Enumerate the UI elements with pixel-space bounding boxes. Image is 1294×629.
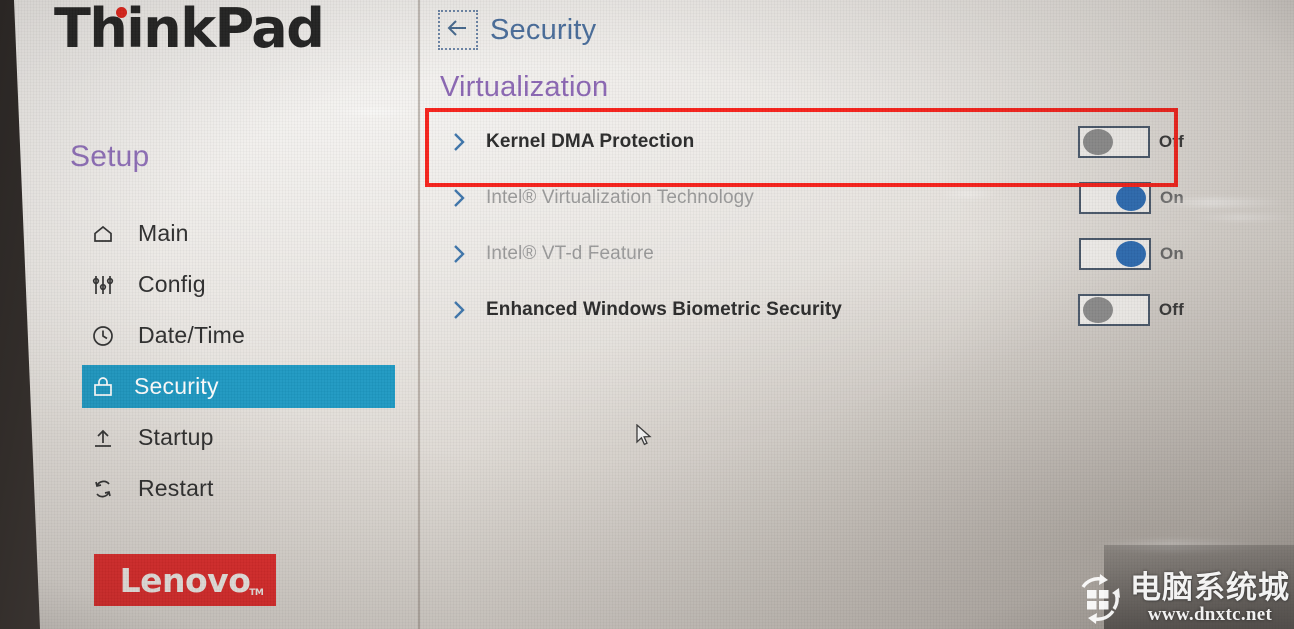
toggle-state-label: On bbox=[1159, 188, 1184, 207]
sidebar: ThinkPad Setup Main Config Date/Time Sec… bbox=[18, 0, 418, 629]
setting-label: Intel® Virtualization Technology bbox=[486, 187, 754, 208]
sidebar-item-label: Date/Time bbox=[138, 322, 246, 348]
sidebar-item-label: Security bbox=[134, 373, 219, 399]
toggle-state-label: Off bbox=[1158, 300, 1184, 319]
sidebar-content-divider bbox=[418, 0, 420, 629]
content-panel: Security Virtualization Kernel DMA Prote… bbox=[420, 0, 1294, 629]
setup-title: Setup bbox=[70, 140, 150, 173]
sidebar-item-startup[interactable]: Startup bbox=[18, 416, 418, 459]
settings-list: Kernel DMA Protection Off Intel® Virtual… bbox=[420, 114, 1294, 338]
clock-icon bbox=[90, 323, 116, 349]
toggle-knob bbox=[1082, 129, 1113, 155]
toggle-switch[interactable] bbox=[1077, 126, 1150, 158]
setting-toggle-wrap[interactable]: On bbox=[1078, 182, 1184, 214]
sidebar-item-date-time[interactable]: Date/Time bbox=[18, 314, 418, 357]
toggle-knob bbox=[1115, 185, 1146, 211]
sidebar-item-label: Startup bbox=[138, 424, 214, 450]
setting-label: Kernel DMA Protection bbox=[486, 131, 695, 152]
toggle-state-label: On bbox=[1159, 244, 1184, 263]
sidebar-item-restart[interactable]: Restart bbox=[18, 467, 418, 510]
lock-icon bbox=[90, 374, 116, 400]
lenovo-logo-tm: TM bbox=[249, 587, 264, 598]
chevron-right-icon[interactable] bbox=[450, 131, 468, 153]
breadcrumb: Security bbox=[438, 10, 596, 50]
sidebar-item-main[interactable]: Main bbox=[18, 212, 418, 255]
toggle-state-label: Off bbox=[1158, 132, 1184, 151]
sidebar-nav: Main Config Date/Time Security Startup R… bbox=[18, 212, 418, 518]
lenovo-logo-text: Lenovo TM bbox=[119, 560, 264, 600]
toggle-switch[interactable] bbox=[1078, 182, 1151, 214]
toggle-knob bbox=[1082, 297, 1113, 323]
sidebar-item-label: Restart bbox=[138, 475, 214, 501]
setting-toggle-wrap[interactable]: Off bbox=[1077, 294, 1184, 326]
sidebar-item-security[interactable]: Security bbox=[82, 365, 395, 408]
sidebar-item-label: Main bbox=[138, 220, 189, 246]
toggle-knob bbox=[1115, 241, 1146, 267]
toggle-switch[interactable] bbox=[1078, 238, 1151, 270]
back-arrow-icon bbox=[445, 17, 471, 44]
setting-row-kernel-dma-protection[interactable]: Kernel DMA Protection Off bbox=[420, 114, 1294, 170]
upload-icon bbox=[90, 425, 116, 451]
lenovo-logo-word: Lenovo bbox=[119, 560, 251, 600]
setting-toggle-wrap[interactable]: Off bbox=[1077, 126, 1184, 158]
thinkpad-logo-text: ThinkPad bbox=[54, 0, 325, 60]
setting-toggle-wrap[interactable]: On bbox=[1078, 238, 1184, 270]
sidebar-item-config[interactable]: Config bbox=[18, 263, 418, 306]
thinkpad-logo: ThinkPad bbox=[54, 2, 325, 56]
setting-label: Enhanced Windows Biometric Security bbox=[486, 299, 842, 320]
lenovo-logo: Lenovo TM bbox=[94, 554, 276, 606]
setting-row-enhanced-windows-biometric-security[interactable]: Enhanced Windows Biometric Security Off bbox=[420, 282, 1294, 338]
thinkpad-logo-red-dot bbox=[116, 7, 127, 18]
refresh-icon bbox=[90, 476, 116, 502]
chevron-right-icon[interactable] bbox=[450, 299, 468, 321]
toggle-switch[interactable] bbox=[1077, 294, 1150, 326]
chevron-right-icon[interactable] bbox=[450, 187, 468, 209]
sliders-icon bbox=[90, 272, 116, 298]
section-title: Virtualization bbox=[440, 71, 609, 103]
home-icon bbox=[90, 221, 116, 247]
back-button[interactable] bbox=[438, 10, 478, 50]
setting-row-intel-vt-d-feature[interactable]: Intel® VT-d Feature On bbox=[420, 226, 1294, 282]
setting-label: Intel® VT-d Feature bbox=[486, 243, 654, 264]
bios-setup-screen-photo: ThinkPad Setup Main Config Date/Time Sec… bbox=[0, 0, 1294, 629]
sidebar-item-label: Config bbox=[138, 271, 206, 297]
setting-row-intel-virtualization-technology[interactable]: Intel® Virtualization Technology On bbox=[420, 170, 1294, 226]
breadcrumb-title: Security bbox=[490, 13, 597, 46]
chevron-right-icon[interactable] bbox=[450, 243, 468, 265]
